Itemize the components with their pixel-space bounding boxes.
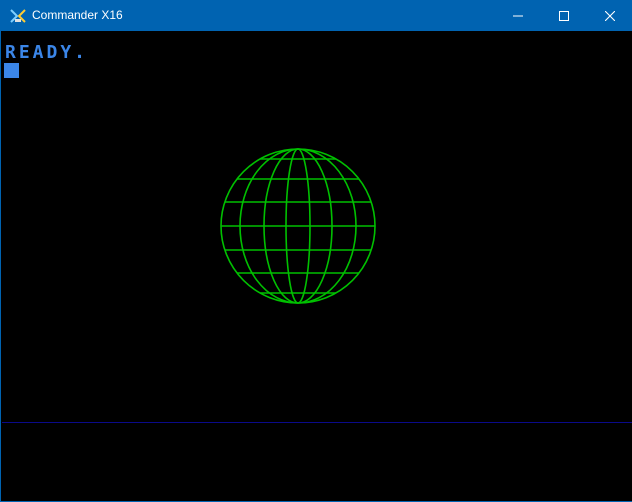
text-cursor [4, 63, 19, 78]
minimize-button[interactable] [495, 0, 541, 31]
maximize-button[interactable] [541, 0, 587, 31]
close-button[interactable] [587, 0, 632, 31]
emulator-screen[interactable]: READY. [2, 31, 632, 501]
globe-lines [220, 148, 376, 304]
minimize-icon [513, 15, 523, 16]
screen-divider [2, 422, 632, 423]
app-window: Commander X16 READY. [0, 0, 632, 502]
window-title: Commander X16 [32, 8, 123, 22]
app-icon [10, 9, 26, 23]
title-bar[interactable]: Commander X16 [1, 0, 632, 31]
close-icon [605, 10, 615, 21]
ready-prompt: READY. [5, 42, 89, 63]
maximize-icon [559, 10, 569, 21]
wireframe-globe [220, 148, 376, 304]
